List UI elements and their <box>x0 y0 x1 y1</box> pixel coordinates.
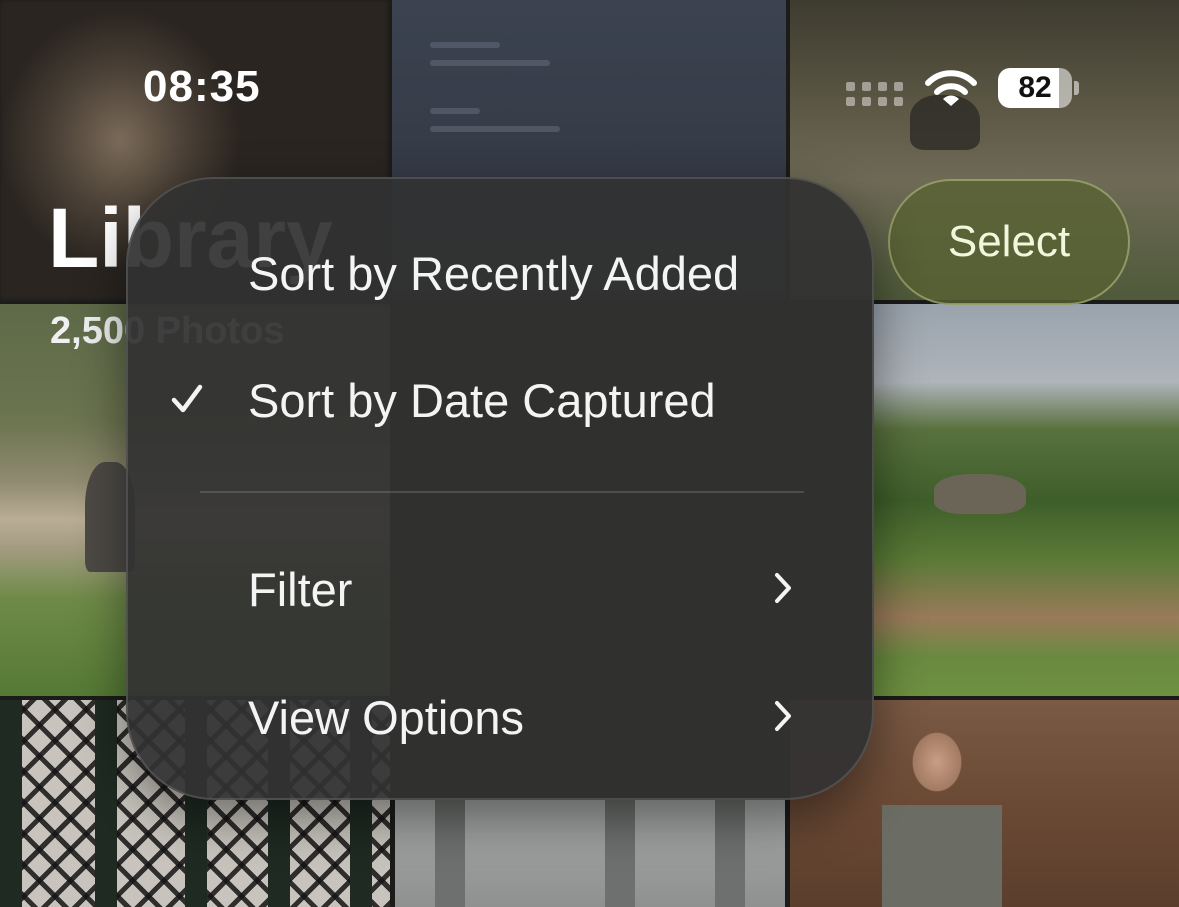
menu-item-label: View Options <box>248 691 525 744</box>
menu-item-label: Sort by Recently Added <box>248 247 740 300</box>
sort-filter-menu: Sort by Recently Added Sort by Date Capt… <box>126 177 874 800</box>
menu-item-filter[interactable]: Filter <box>128 529 872 639</box>
wifi-icon <box>924 70 978 108</box>
select-button[interactable]: Select <box>888 179 1130 305</box>
menu-item-sort-date-captured[interactable]: Sort by Date Captured <box>128 344 872 454</box>
chevron-right-icon <box>772 571 794 605</box>
battery-level: 82 <box>1018 71 1052 104</box>
checkmark-icon <box>168 380 206 418</box>
menu-item-sort-recently-added[interactable]: Sort by Recently Added <box>128 219 872 329</box>
menu-divider <box>200 491 804 493</box>
photo-thumbnail[interactable] <box>395 800 785 907</box>
menu-item-view-options[interactable]: View Options <box>128 657 872 767</box>
photo-thumbnail[interactable] <box>874 304 1179 696</box>
menu-item-label: Sort by Date Captured <box>248 374 716 427</box>
menu-item-label: Filter <box>248 563 353 616</box>
chevron-right-icon <box>772 699 794 733</box>
status-time: 08:35 <box>143 62 261 111</box>
battery-icon: 82 <box>998 68 1080 108</box>
cellular-signal-icon <box>846 82 904 108</box>
